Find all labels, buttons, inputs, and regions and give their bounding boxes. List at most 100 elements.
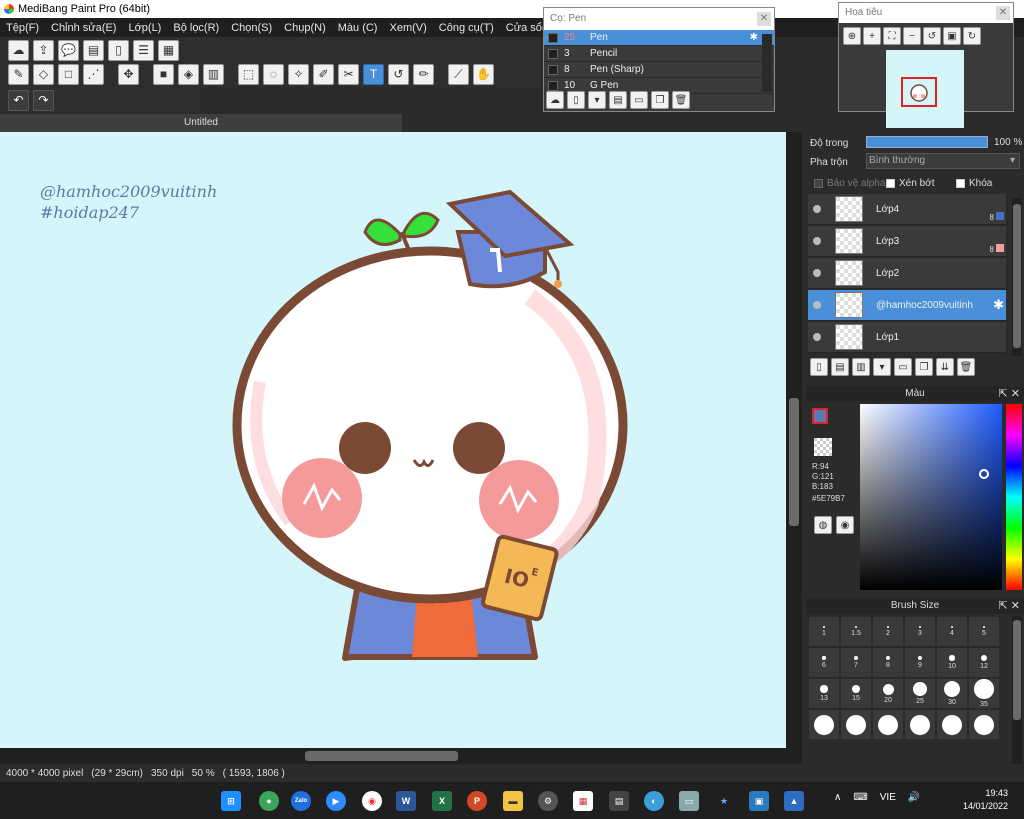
add-layer-menu-icon[interactable]: ▾ — [873, 358, 891, 376]
canvas-horizontal-scrollbar[interactable] — [0, 748, 802, 764]
word-icon[interactable]: W — [396, 791, 416, 811]
app-icon-red[interactable]: ▦ — [573, 791, 593, 811]
operation-icon[interactable]: ↺ — [388, 63, 409, 85]
brush-item[interactable]: 8 Pen (Sharp) — [544, 62, 774, 78]
brush-icon[interactable]: ✎ — [8, 63, 29, 85]
color-settings-icon[interactable]: ◉ — [836, 516, 854, 534]
palette-icon[interactable]: ◍ — [814, 516, 832, 534]
menu-item-0[interactable]: Tệp(F) — [6, 22, 39, 34]
zoom-in-icon[interactable]: + — [863, 27, 881, 45]
eye-icon[interactable] — [813, 333, 821, 341]
star-app-icon[interactable]: ★ — [714, 791, 734, 811]
dot-icon[interactable]: ⋰ — [83, 63, 104, 85]
zoom-out-icon[interactable]: − — [903, 27, 921, 45]
menu-item-2[interactable]: Lớp(L) — [128, 22, 161, 34]
brush-size-option[interactable]: 8 — [872, 647, 904, 678]
saturation-value-picker[interactable] — [860, 404, 1002, 590]
brush-size-option[interactable] — [808, 709, 840, 740]
brush-size-option[interactable]: 35 — [968, 678, 1000, 709]
brush-item[interactable]: 25 Pen ✱ — [544, 30, 774, 46]
eye-icon[interactable] — [813, 237, 821, 245]
brush-settings-icon[interactable]: ▤ — [609, 91, 627, 109]
brush-size-option[interactable]: 4 — [936, 616, 968, 647]
brush-size-option[interactable]: 25 — [904, 678, 936, 709]
opacity-slider[interactable] — [866, 136, 988, 148]
brush-size-option[interactable] — [936, 709, 968, 740]
brush-size-option[interactable]: 13 — [808, 678, 840, 709]
menu-item-7[interactable]: Xem(V) — [389, 22, 426, 34]
settings-icon[interactable]: ⚙ — [538, 791, 558, 811]
brush-size-option[interactable] — [904, 709, 936, 740]
layer-folder-icon[interactable]: ▭ — [894, 358, 912, 376]
brush-size-option[interactable]: 10 — [936, 647, 968, 678]
brush-size-option[interactable] — [840, 709, 872, 740]
navigator-viewport[interactable] — [901, 77, 937, 107]
eyedropper-icon[interactable]: ⟋ — [448, 63, 469, 85]
undo-icon[interactable]: ↶ — [8, 89, 29, 111]
brush-size-option[interactable]: 1.5 — [840, 616, 872, 647]
lock-checkbox[interactable]: Khóa — [956, 178, 992, 189]
menu-item-5[interactable]: Chụp(N) — [284, 22, 326, 34]
scanner-icon[interactable]: ▭ — [679, 791, 699, 811]
hue-slider[interactable] — [1006, 404, 1022, 590]
brush-size-option[interactable] — [968, 709, 1000, 740]
select-rect-icon[interactable]: ⬚ — [238, 63, 259, 85]
brush-size-option[interactable] — [872, 709, 904, 740]
layer-list-scrollbar[interactable] — [1012, 198, 1022, 356]
gear-icon[interactable]: ✱ — [993, 297, 1004, 313]
trash-icon[interactable]: 🗑 — [672, 91, 690, 109]
zalo-icon[interactable]: Zalo — [291, 791, 311, 811]
blend-mode-select[interactable]: Bình thường ▾ — [866, 153, 1020, 169]
chevron-up-icon[interactable]: ∧ — [834, 792, 841, 803]
panel-close-icon[interactable]: ⇱ ✕ — [999, 598, 1021, 614]
delete-layer-icon[interactable]: 🗑 — [957, 358, 975, 376]
panel-icon[interactable]: ☰ — [133, 39, 154, 61]
menu-item-3[interactable]: Bộ lọc(R) — [173, 22, 219, 34]
excel-icon[interactable]: X — [432, 791, 452, 811]
brush-size-option[interactable]: 2 — [872, 616, 904, 647]
page-icon[interactable]: ▯ — [108, 39, 129, 61]
eye-icon[interactable] — [813, 205, 821, 213]
merge-layer-icon[interactable]: ⇊ — [936, 358, 954, 376]
monitor-app-icon[interactable]: ▣ — [749, 791, 769, 811]
windows-start-icon[interactable]: ⊞ — [221, 791, 241, 811]
menu-item-4[interactable]: Chọn(S) — [231, 22, 272, 34]
menu-item-1[interactable]: Chỉnh sửa(E) — [51, 22, 116, 34]
eraser-icon[interactable]: ◇ — [33, 63, 54, 85]
calculator-icon[interactable]: ▤ — [609, 791, 629, 811]
zoom-icon[interactable]: ▶ — [326, 791, 346, 811]
brush-size-option[interactable]: 5 — [968, 616, 1000, 647]
new-halftone-layer-icon[interactable]: ▤ — [831, 358, 849, 376]
cloud-icon[interactable]: ☁ — [8, 39, 29, 61]
duplicate-icon[interactable]: ❐ — [651, 91, 669, 109]
brush-size-option[interactable]: 12 — [968, 647, 1000, 678]
menu-item-8[interactable]: Công cụ(T) — [439, 22, 494, 34]
eye-icon[interactable] — [813, 301, 821, 309]
protect-alpha-checkbox[interactable]: Bảo vệ alpha — [814, 178, 885, 189]
canvas-vertical-scrollbar[interactable] — [786, 132, 802, 748]
select-pen-icon[interactable]: ✐ — [313, 63, 334, 85]
app-icon-green[interactable]: ● — [259, 791, 279, 811]
menu-item-6[interactable]: Màu (C) — [338, 22, 378, 34]
file-explorer-icon[interactable]: ▬ — [503, 791, 523, 811]
new-layer-icon[interactable]: ▯ — [810, 358, 828, 376]
blur-icon[interactable]: ✏ — [413, 63, 434, 85]
brush-size-option[interactable]: 6 — [808, 647, 840, 678]
new-brush-icon[interactable]: ▯ — [567, 91, 585, 109]
magic-wand-icon[interactable]: ✧ — [288, 63, 309, 85]
drawing-canvas[interactable]: @hamhoc2009vuitinh #hoidap247 IO E — [0, 132, 786, 748]
close-icon[interactable]: ✕ — [757, 12, 771, 26]
lasso-icon[interactable]: ◌ — [263, 63, 284, 85]
eye-icon[interactable] — [813, 269, 821, 277]
system-clock[interactable]: 19:43 14/01/2022 — [958, 787, 1008, 813]
layer-row[interactable]: Lớp1 — [808, 322, 1006, 353]
brush-size-option[interactable]: 20 — [872, 678, 904, 709]
brush-size-scrollbar[interactable] — [1012, 616, 1022, 764]
keyboard-icon[interactable]: ⌨ — [853, 792, 867, 803]
brush-size-option[interactable]: 7 — [840, 647, 872, 678]
zoom-fit-icon[interactable]: ⊕ — [843, 27, 861, 45]
clip-checkbox[interactable]: Xén bớt — [886, 178, 934, 189]
input-language[interactable]: VIE — [880, 792, 896, 803]
add-brush-icon[interactable]: ▾ — [588, 91, 606, 109]
folder-icon[interactable]: ▭ — [630, 91, 648, 109]
